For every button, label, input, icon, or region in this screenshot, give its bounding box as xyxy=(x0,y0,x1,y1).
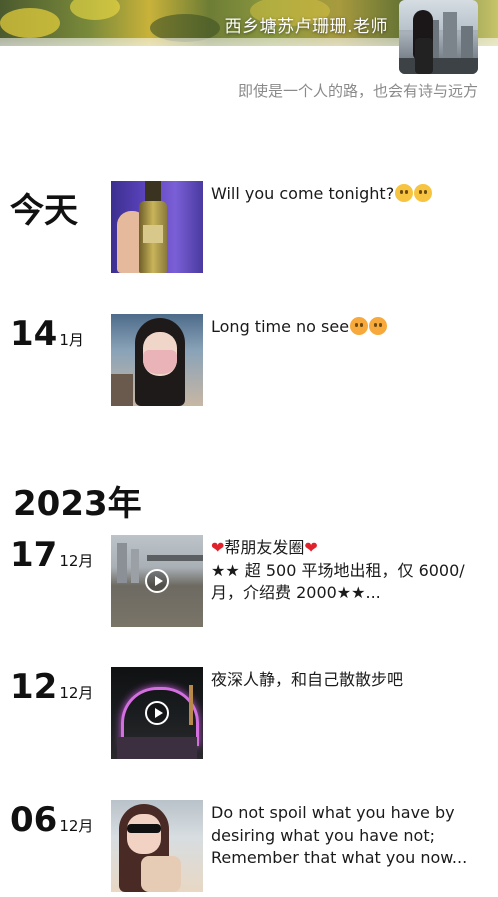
post-thumbnail-bottle[interactable] xyxy=(111,181,203,273)
post-date: 14 1月 xyxy=(10,314,84,354)
smiling-face-icon xyxy=(350,317,369,335)
post-thumbnail-night-video[interactable] xyxy=(111,667,203,759)
post-day: 12 xyxy=(10,667,58,707)
post-text-content: ★★ 超 500 平场地出租，仅 6000/月，介绍费 2000★★... xyxy=(211,560,465,603)
post-text-content: Will you come tonight? xyxy=(211,184,395,203)
post-text: Long time no see xyxy=(211,316,481,339)
post-text-content: Do not spoil what you have by desiring w… xyxy=(211,803,468,867)
post-date: 12 12月 xyxy=(10,667,93,707)
play-icon[interactable] xyxy=(145,701,169,725)
post-month: 1月 xyxy=(59,331,84,349)
post-thumbnail-site-video[interactable] xyxy=(111,535,203,627)
post-text-content: 帮朋友发圈 xyxy=(224,538,305,557)
post-text-content: Long time no see xyxy=(211,317,350,336)
year-header: 2023年 xyxy=(13,484,142,524)
post-text: ❤帮朋友发圈❤ ★★ 超 500 平场地出租，仅 6000/月，介绍费 2000… xyxy=(211,537,481,605)
post-date: 06 12月 xyxy=(10,800,93,840)
post-month: 12月 xyxy=(59,684,94,702)
post-thumbnail-selfie[interactable] xyxy=(111,314,203,406)
post-day: 14 xyxy=(10,314,58,354)
smiling-face-icon xyxy=(414,184,433,202)
smiling-face-icon xyxy=(369,317,388,335)
post-date: 今天 xyxy=(10,183,78,232)
red-heart-icon: ❤ xyxy=(304,538,318,557)
post-thumbnail-sunglasses-selfie[interactable] xyxy=(111,800,203,892)
post-day: 06 xyxy=(10,800,58,840)
red-heart-icon: ❤ xyxy=(211,538,225,557)
post-text: 夜深人静，和自己散散步吧 xyxy=(211,669,481,692)
play-icon[interactable] xyxy=(145,569,169,593)
post-month: 12月 xyxy=(59,552,94,570)
post-month: 12月 xyxy=(59,817,94,835)
post-text: Will you come tonight? xyxy=(211,183,481,206)
profile-signature: 即使是一个人的路，也会有诗与远方 xyxy=(237,82,478,100)
post-text-content: 夜深人静，和自己散散步吧 xyxy=(211,670,404,689)
profile-nickname[interactable]: 西乡塘苏卢珊珊.老师 xyxy=(225,12,388,37)
today-label: 今天 xyxy=(10,191,78,231)
post-day: 17 xyxy=(10,535,58,575)
post-text: Do not spoil what you have by desiring w… xyxy=(211,802,481,870)
avatar[interactable] xyxy=(399,0,478,74)
post-date: 17 12月 xyxy=(10,535,93,575)
smiling-face-icon xyxy=(395,184,414,202)
